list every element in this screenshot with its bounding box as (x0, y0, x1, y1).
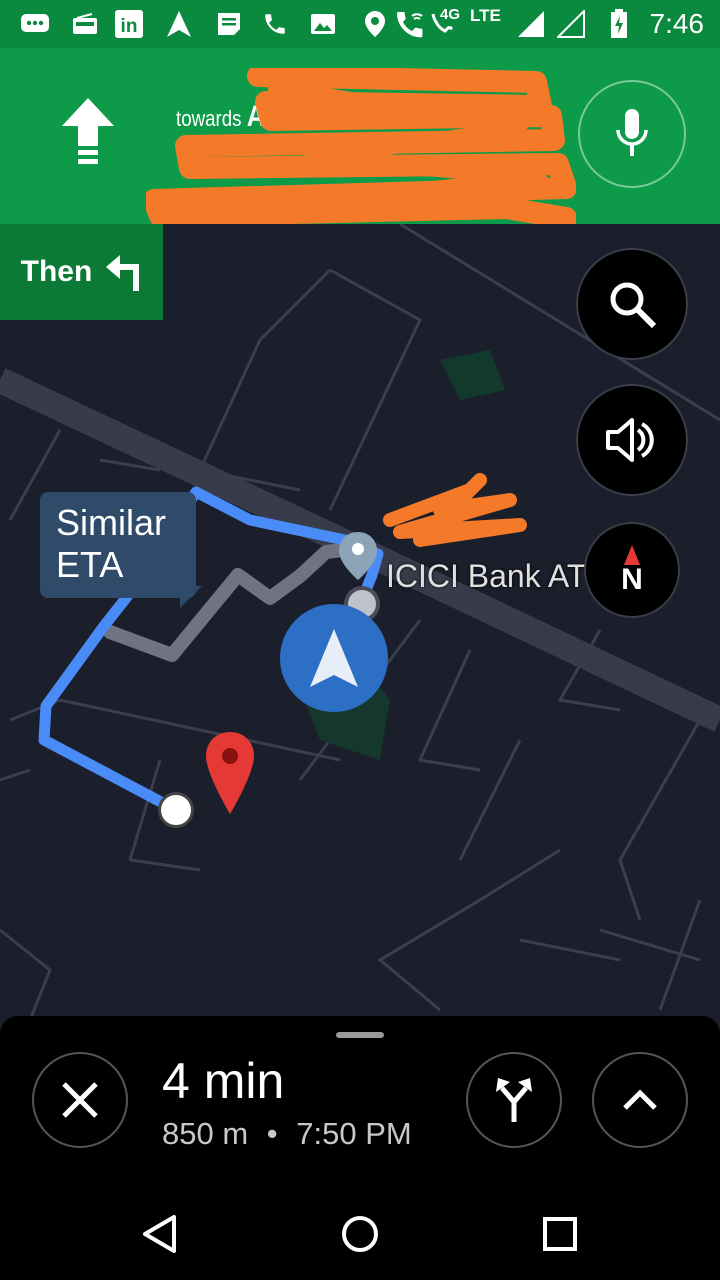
notes-icon (214, 8, 244, 40)
status-time: 7:46 (649, 8, 705, 39)
trip-separator: • (266, 1116, 278, 1151)
navigation-header[interactable]: towards A (0, 48, 720, 229)
signal-icon (516, 8, 546, 40)
turn-left-icon (106, 255, 140, 291)
destination-pin-icon[interactable] (202, 730, 258, 821)
back-icon (143, 1215, 176, 1253)
redaction-scribble (380, 470, 530, 550)
status-bar: in 4G LTE 7:46 (0, 0, 720, 48)
compass-icon: N (621, 545, 643, 595)
arrow-straight-icon (62, 98, 114, 168)
fork-route-icon (496, 1078, 532, 1122)
chevron-up-icon (623, 1089, 657, 1110)
compass-north-label: N (621, 563, 643, 596)
battery-charging-icon (604, 8, 634, 40)
trip-distance: 850 m (162, 1116, 249, 1151)
back-button[interactable] (136, 1210, 184, 1258)
messages-icon (20, 8, 50, 40)
lte-label: LTE (470, 6, 501, 25)
network-type-label: 4G (440, 6, 461, 23)
eta-bubble-line1: Similar (56, 502, 167, 543)
trip-duration: 4 min (162, 1053, 285, 1109)
expand-sheet-button[interactable] (592, 1052, 688, 1148)
current-location-icon (280, 604, 388, 712)
sheet-drag-handle[interactable] (336, 1032, 384, 1038)
radio-icon (70, 8, 100, 40)
trip-arrival: 7:50 PM (296, 1116, 412, 1151)
eta-bubble-line2: ETA (56, 544, 124, 585)
eta-bubble-tail (180, 586, 202, 608)
similar-eta-bubble[interactable]: Similar ETA (40, 492, 196, 598)
route-start-dot (158, 792, 194, 828)
volume-button[interactable] (576, 384, 688, 496)
close-icon (62, 1082, 98, 1118)
signal-empty-icon (556, 8, 586, 40)
home-icon (342, 1216, 378, 1252)
trip-bottom-sheet[interactable]: 4 min 850 m • 7:50 PM (0, 1016, 720, 1186)
gallery-icon (308, 8, 338, 40)
then-next-turn-panel[interactable]: Then (0, 224, 163, 320)
home-button[interactable] (336, 1210, 384, 1258)
poi-label[interactable]: ICICI Bank AT (386, 558, 586, 595)
recents-icon (543, 1217, 577, 1251)
trip-details: 850 m • 7:50 PM (162, 1116, 412, 1152)
location-icon (360, 8, 390, 40)
linkedin-icon: in (114, 8, 144, 40)
wifi-call-icon (396, 8, 426, 40)
compass-button[interactable]: N (584, 522, 680, 618)
voice-search-button[interactable] (578, 80, 686, 188)
search-button[interactable] (576, 248, 688, 360)
svg-text:in: in (121, 16, 138, 37)
mic-icon (616, 109, 648, 156)
search-icon (610, 282, 657, 329)
redaction-scribble (143, 65, 577, 229)
exit-navigation-button[interactable] (32, 1052, 128, 1148)
alternate-routes-button[interactable] (466, 1052, 562, 1148)
recents-button[interactable] (536, 1210, 584, 1258)
android-navigation-bar (0, 1186, 720, 1280)
poi-pin-icon[interactable] (336, 530, 380, 587)
navigation-icon (164, 8, 194, 40)
phone-icon (260, 8, 290, 40)
volume-icon (606, 418, 654, 462)
then-label: Then (20, 255, 93, 288)
